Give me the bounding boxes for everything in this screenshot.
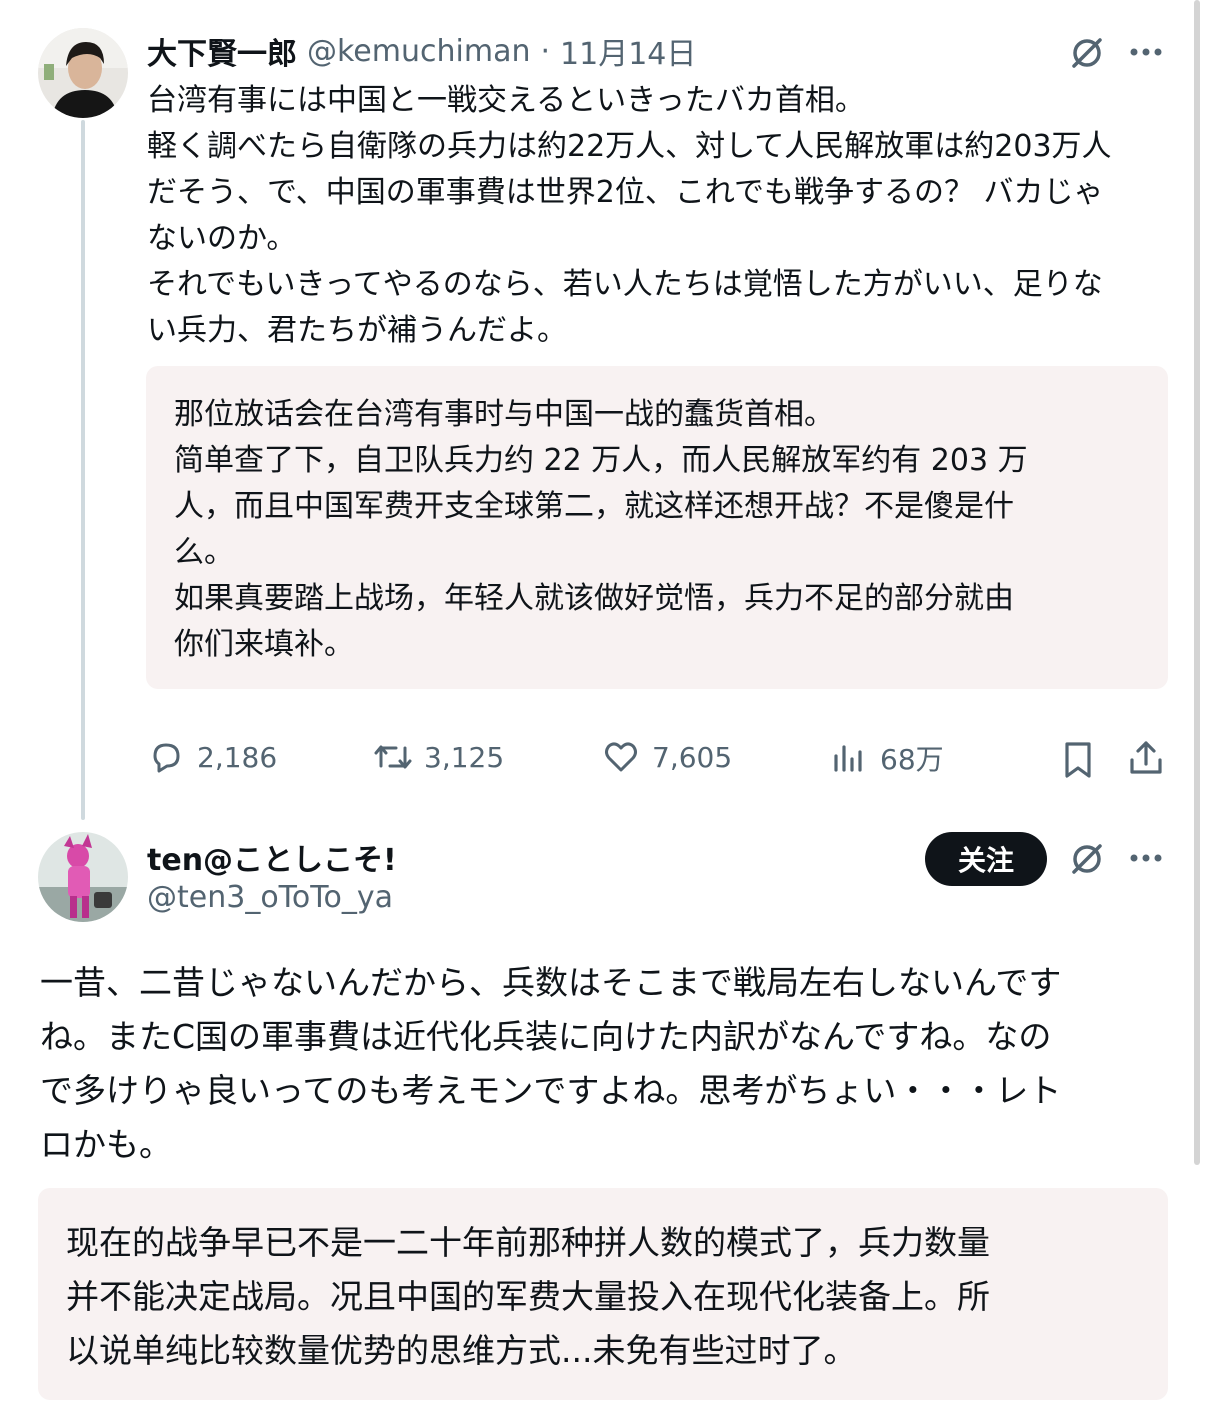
reply-button[interactable]: 2,186 bbox=[147, 738, 277, 776]
like-button[interactable]: 7,605 bbox=[602, 738, 732, 776]
thread-connector-line bbox=[81, 120, 85, 820]
handle[interactable]: @kemuchiman bbox=[307, 34, 530, 69]
avatar[interactable] bbox=[38, 28, 128, 118]
like-count: 7,605 bbox=[652, 740, 733, 774]
retweet-icon bbox=[374, 745, 412, 769]
translation-box: 现在的战争早已不是一二十年前那种拼人数的模式了，兵力数量 并不能决定战局。况且中… bbox=[38, 1188, 1168, 1400]
tweet-text: 台湾有事には中国と一戦交えるといきったバカ首相。 軽く調べたら自衛隊の兵力は約2… bbox=[147, 83, 1112, 348]
avatar[interactable] bbox=[38, 832, 128, 922]
retweet-count: 3,125 bbox=[424, 740, 505, 774]
reply-count: 2,186 bbox=[197, 740, 278, 774]
views-icon bbox=[834, 745, 862, 772]
grok-icon[interactable] bbox=[1066, 838, 1108, 880]
translation-box: 那位放话会在台湾有事时与中国一战的蠢货首相。 简单查了下，自卫队兵力约 22 万… bbox=[146, 366, 1168, 689]
share-icon[interactable] bbox=[1124, 736, 1168, 780]
display-name[interactable]: 大下賢一郎 bbox=[147, 29, 297, 73]
more-icon[interactable] bbox=[1126, 32, 1166, 72]
follow-button[interactable]: 关注 bbox=[925, 832, 1047, 886]
views-button[interactable]: 68万 bbox=[830, 738, 944, 778]
handle[interactable]: @ten3_oToTo_ya bbox=[147, 880, 393, 915]
like-icon bbox=[605, 742, 637, 772]
retweet-button[interactable]: 3,125 bbox=[372, 738, 504, 776]
translation-text: 那位放话会在台湾有事时与中国一战的蠢货首相。 简单查了下，自卫队兵力约 22 万… bbox=[174, 397, 1028, 662]
tweet-text: 一昔、二昔じゃないんだから、兵数はそこまで戦局左右しないんです ね。またC国の軍… bbox=[40, 963, 1062, 1164]
scrollbar[interactable] bbox=[1194, 0, 1200, 1165]
meta-separator: · bbox=[540, 33, 551, 69]
bookmark-icon[interactable] bbox=[1058, 738, 1098, 782]
views-count: 68万 bbox=[880, 743, 944, 776]
reply-icon bbox=[153, 743, 180, 773]
translation-text: 现在的战争早已不是一二十年前那种拼人数的模式了，兵力数量 并不能决定战局。况且中… bbox=[66, 1223, 990, 1370]
timestamp[interactable]: 11月14日 bbox=[560, 29, 696, 73]
grok-icon[interactable] bbox=[1066, 32, 1108, 74]
display-name[interactable]: ten@ことしこそ! bbox=[147, 835, 397, 879]
more-icon[interactable] bbox=[1126, 838, 1166, 878]
